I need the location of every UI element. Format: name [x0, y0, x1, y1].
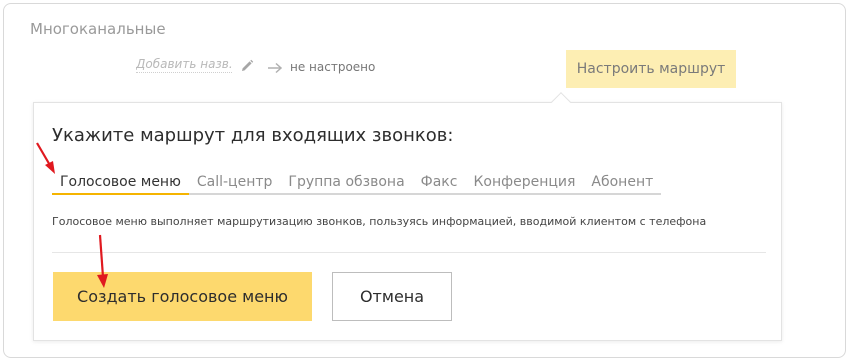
route-panel: Укажите маршрут для входящих звонков: Го… [33, 102, 782, 341]
panel-heading: Укажите маршрут для входящих звонков: [52, 125, 454, 146]
pencil-icon[interactable] [240, 58, 254, 77]
tab-call-center[interactable]: Call-центр [189, 174, 281, 193]
tab-conference[interactable]: Конференция [465, 174, 583, 193]
red-arrow-icon [34, 140, 58, 180]
tab-description: Голосовое меню выполняет маршрутизацию з… [52, 215, 707, 228]
arrow-right-icon [267, 59, 283, 78]
multichannel-card: Многоканальные Добавить назв... не настр… [3, 3, 846, 358]
section-title: Многоканальные [30, 20, 166, 38]
configure-route-button[interactable]: Настроить маршрут [566, 50, 736, 88]
red-arrow-icon [94, 233, 110, 293]
create-voice-menu-button[interactable]: Создать голосовое меню [53, 272, 312, 321]
cancel-button[interactable]: Отмена [332, 272, 452, 321]
tab-voice-menu[interactable]: Голосовое меню [52, 174, 189, 195]
name-input[interactable]: Добавить назв... [136, 57, 232, 73]
tab-ring-group[interactable]: Группа обзвона [280, 174, 412, 193]
route-tabs: Голосовое меню Call-центр Группа обзвона… [52, 173, 662, 195]
tab-subscriber[interactable]: Абонент [583, 174, 661, 193]
divider [52, 252, 766, 253]
tab-fax[interactable]: Факс [413, 174, 466, 193]
route-status: не настроено [290, 60, 376, 74]
